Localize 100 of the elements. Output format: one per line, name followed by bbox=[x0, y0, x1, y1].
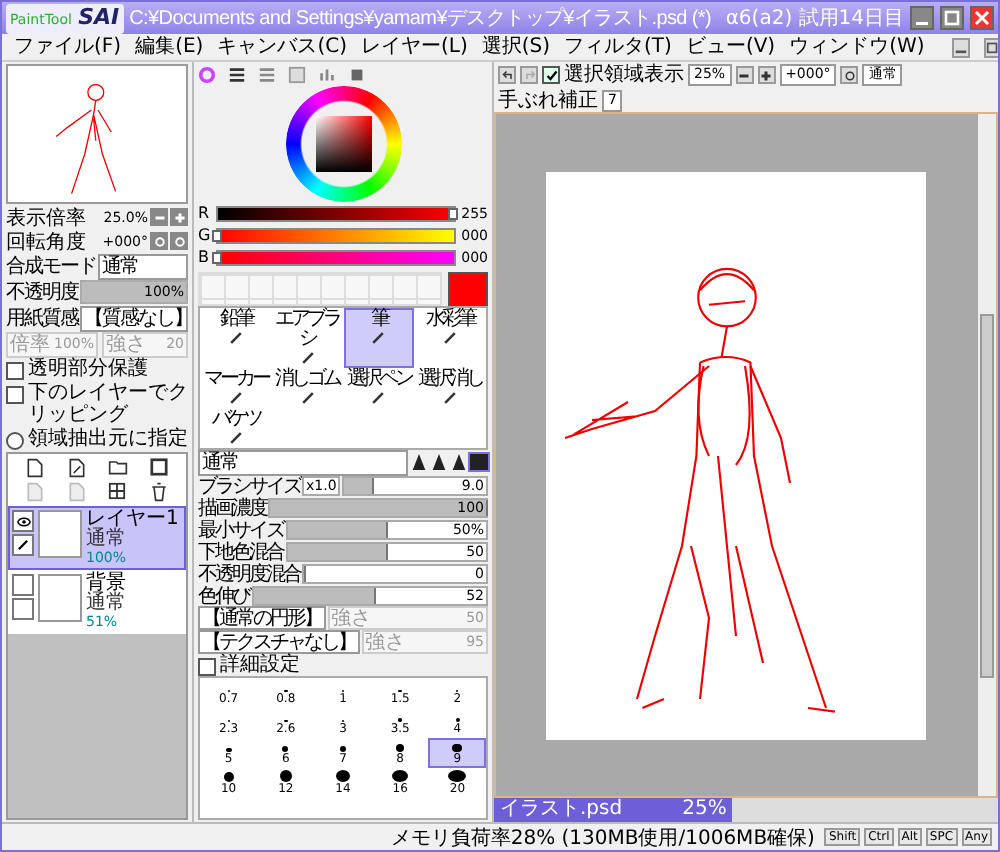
checkbox[interactable] bbox=[6, 386, 24, 404]
zoom-out-button[interactable] bbox=[735, 66, 754, 84]
layer-thumbnail bbox=[38, 510, 82, 558]
minimize-button[interactable] bbox=[952, 37, 971, 57]
blend-mode-dropdown[interactable]: 通常 bbox=[98, 253, 188, 279]
layer-mode: 通常 bbox=[86, 530, 128, 550]
pen-icon bbox=[227, 390, 244, 406]
edit-toggle[interactable] bbox=[12, 598, 34, 620]
minimize-button[interactable] bbox=[910, 6, 934, 30]
menu-item[interactable]: レイヤー(L) bbox=[360, 35, 468, 59]
brush-shape-button[interactable] bbox=[430, 454, 448, 470]
eye-icon bbox=[15, 515, 31, 527]
saturation-value-square[interactable] bbox=[315, 116, 371, 172]
visibility-toggle[interactable] bbox=[12, 510, 34, 532]
color-swatch-grid[interactable] bbox=[198, 272, 442, 306]
primary-color-swatch[interactable] bbox=[448, 272, 488, 308]
option-label: 下のレイヤーでクリッピング bbox=[28, 382, 188, 426]
channel-label: R bbox=[198, 204, 212, 222]
tool-button[interactable]: 選択ペン bbox=[343, 368, 415, 408]
brush-param-label: 色伸び bbox=[198, 583, 249, 607]
option-label: 透明部分保護 bbox=[28, 358, 148, 380]
zoom-in-button[interactable] bbox=[757, 66, 776, 84]
memory-status: メモリ負荷率28% (130MB使用/1006MB確保) bbox=[390, 825, 815, 850]
checkbox[interactable] bbox=[542, 66, 560, 84]
paper-texture-label: 用紙質感 bbox=[6, 305, 78, 332]
navigator-preview[interactable] bbox=[6, 64, 188, 204]
pen-icon bbox=[370, 390, 387, 406]
tool-button[interactable]: 選択消し bbox=[414, 368, 486, 408]
pen-icon bbox=[442, 330, 459, 346]
brush-param-label: 下地色混合 bbox=[198, 538, 283, 563]
option-label: 領域抽出元に指定 bbox=[28, 428, 188, 450]
checkbox[interactable] bbox=[6, 362, 24, 380]
minus-icon bbox=[153, 211, 165, 223]
channel-slider[interactable] bbox=[216, 205, 456, 221]
slider-thumb[interactable] bbox=[212, 229, 222, 241]
texture-dropdown[interactable]: 【テクスチャなし】 bbox=[198, 630, 359, 654]
paper-texture-dropdown[interactable]: 【質感なし】 bbox=[80, 305, 188, 331]
pen-icon bbox=[299, 390, 316, 406]
trial-label: α6(a2) 試用14日目 bbox=[725, 5, 904, 32]
plus-icon bbox=[760, 69, 773, 81]
page-icon[interactable] bbox=[67, 458, 86, 478]
undo-button[interactable] bbox=[498, 66, 516, 84]
rotate-left-button[interactable] bbox=[150, 232, 168, 250]
close-button[interactable] bbox=[970, 6, 994, 30]
bars-icon[interactable] bbox=[318, 66, 336, 84]
layer-mode: 通常 bbox=[86, 594, 126, 614]
pen-icon bbox=[299, 350, 316, 366]
brush-shape-button[interactable] bbox=[410, 454, 428, 470]
rotation-label: 回転角度 bbox=[6, 229, 86, 255]
tool-button[interactable]: 消しゴム bbox=[271, 368, 343, 408]
option-label: 選択領域表示 bbox=[564, 64, 684, 86]
menu-item[interactable]: 選択(S) bbox=[481, 35, 551, 59]
channel-slider[interactable] bbox=[216, 227, 456, 243]
ring-icon[interactable] bbox=[198, 66, 216, 84]
opacity-label: 不透明度 bbox=[6, 279, 78, 306]
rotate-right-button[interactable] bbox=[170, 232, 188, 250]
pen-icon bbox=[227, 330, 244, 346]
menu-item[interactable]: ファイル(F) bbox=[14, 35, 122, 59]
arrow-icon bbox=[523, 69, 535, 81]
option-label: 詳細設定 bbox=[220, 654, 300, 676]
trash-icon[interactable] bbox=[150, 482, 169, 502]
menu-item[interactable]: キャンバス(C) bbox=[217, 35, 347, 59]
folder-icon[interactable] bbox=[107, 458, 128, 476]
blend-mode-label: 合成モード bbox=[6, 253, 96, 280]
stripes-icon[interactable] bbox=[228, 66, 246, 84]
menu-item[interactable]: ウィンドウ(W) bbox=[789, 35, 925, 59]
square-icon[interactable] bbox=[150, 458, 169, 476]
grid-icon[interactable] bbox=[108, 482, 127, 500]
vertical-scrollbar[interactable] bbox=[978, 114, 996, 796]
tool-button[interactable]: 筆 bbox=[343, 308, 415, 368]
brush-shape-button[interactable] bbox=[450, 454, 468, 470]
menu-item[interactable]: フィルタ(T) bbox=[564, 35, 672, 59]
pen-icon bbox=[442, 390, 459, 406]
maximize-button[interactable] bbox=[940, 6, 964, 30]
menu-item[interactable]: ビュー(V) bbox=[685, 35, 776, 59]
circle-icon bbox=[173, 235, 185, 247]
layer-name: 背景 bbox=[86, 574, 126, 594]
tool-button[interactable]: マーカー bbox=[200, 368, 272, 408]
restore-button[interactable] bbox=[984, 37, 998, 57]
minus-icon bbox=[738, 69, 751, 81]
visibility-toggle[interactable] bbox=[12, 574, 34, 596]
layer-thumbnail bbox=[38, 574, 82, 622]
brush-mode-dropdown[interactable]: 通常 bbox=[198, 449, 408, 475]
slider-thumb[interactable] bbox=[448, 207, 458, 219]
stabilizer-label: 手ぶれ補正 bbox=[498, 89, 598, 111]
circle-icon bbox=[843, 69, 856, 81]
texture-dropdown[interactable]: 【通常の円形】 bbox=[198, 606, 325, 630]
document-tab[interactable]: イラスト.psd 25% bbox=[494, 798, 733, 822]
channel-label: G bbox=[198, 226, 212, 244]
tool-button[interactable]: エアブラシ bbox=[271, 308, 343, 368]
radio-button[interactable] bbox=[6, 432, 24, 450]
menu-item[interactable]: 編集(E) bbox=[135, 35, 204, 59]
window-title: C:¥Documents and Settings¥yamam¥デスクトップ¥イラスト.psd (*) bbox=[129, 5, 714, 32]
channel-label: B bbox=[198, 248, 211, 266]
edit-toggle[interactable] bbox=[12, 534, 34, 556]
checkbox[interactable] bbox=[198, 658, 216, 676]
brush-param-label: 不透明度混合 bbox=[198, 561, 300, 586]
slider-thumb[interactable] bbox=[212, 251, 222, 263]
rotate-button[interactable] bbox=[840, 66, 859, 84]
channel-slider[interactable] bbox=[216, 249, 456, 265]
